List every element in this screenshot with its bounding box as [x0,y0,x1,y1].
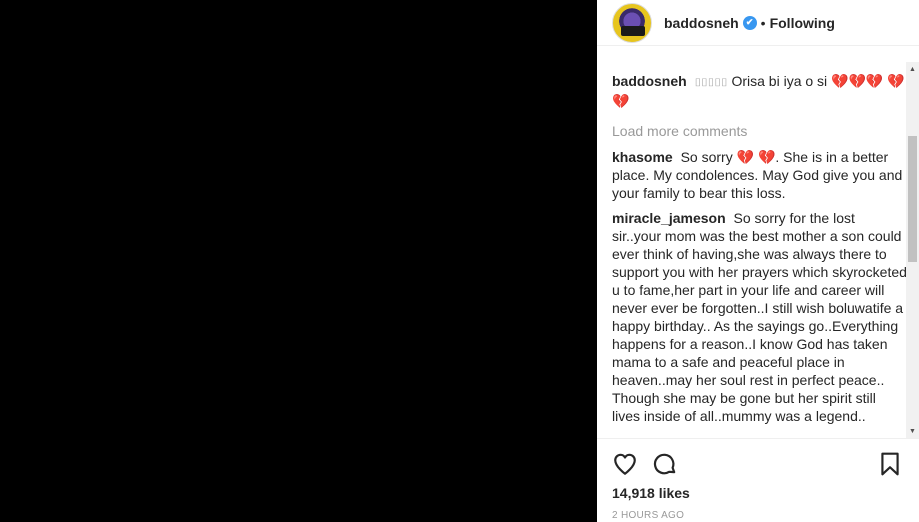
action-row [612,451,907,477]
broken-heart-icon: 💔 [887,73,905,89]
broken-heart-icon: 💔 [612,93,630,109]
broken-heart-icon: 💔 [831,73,849,89]
post-timestamp[interactable]: 2 HOURS AGO [612,510,684,521]
comment-bubble-icon[interactable] [652,451,678,477]
broken-heart-icon: 💔 [736,149,755,165]
header-username[interactable]: baddosneh [664,15,739,31]
comment-text: So sorry [680,149,733,165]
unrendered-glyph-icons: ⌷⌷⌷⌷⌷ [694,77,728,89]
broken-heart-icon: 💔 [757,149,776,165]
post-media[interactable] [0,0,597,522]
broken-heart-icon: 💔 [865,73,884,89]
post-actions: 14,918 likes 2 HOURS AGO [597,438,919,522]
list-item: miracle_jameson So sorry for the lost si… [612,209,907,425]
post-side-panel: baddosneh ✔ • Following baddosneh ⌷⌷⌷⌷⌷ … [597,0,919,522]
scrollbar-thumb[interactable] [908,136,917,262]
following-button[interactable]: Following [770,15,835,31]
broken-heart-icon: 💔 [848,73,866,89]
caption-comment: baddosneh ⌷⌷⌷⌷⌷ Orisa bi iya o si 💔💔💔 💔💔 [612,72,907,110]
comment-text: So sorry for the lost sir..your mom was … [612,210,907,424]
load-more-comments-link[interactable]: Load more comments [612,122,907,140]
comments-scrollbar[interactable]: ▲ ▼ [906,62,919,438]
bookmark-icon[interactable] [877,451,903,477]
separator-dot: • [760,14,766,31]
scroll-up-arrow-icon[interactable]: ▲ [906,62,919,76]
comment-username[interactable]: miracle_jameson [612,210,726,226]
heart-icon[interactable] [612,451,638,477]
comment-username[interactable]: khasome [612,149,673,165]
post-header: baddosneh ✔ • Following [597,0,919,46]
avatar[interactable] [612,2,652,43]
comments-list: baddosneh ⌷⌷⌷⌷⌷ Orisa bi iya o si 💔💔💔 💔💔… [612,72,907,438]
comment-username[interactable]: baddosneh [612,73,687,89]
verified-badge-icon: ✔ [742,15,757,30]
list-item: khasome So sorry 💔 💔. She is in a better… [612,148,907,202]
likes-count[interactable]: 14,918 likes [612,485,690,501]
scroll-down-arrow-icon[interactable]: ▼ [906,424,919,438]
comment-text: Orisa bi iya o si [731,73,828,89]
